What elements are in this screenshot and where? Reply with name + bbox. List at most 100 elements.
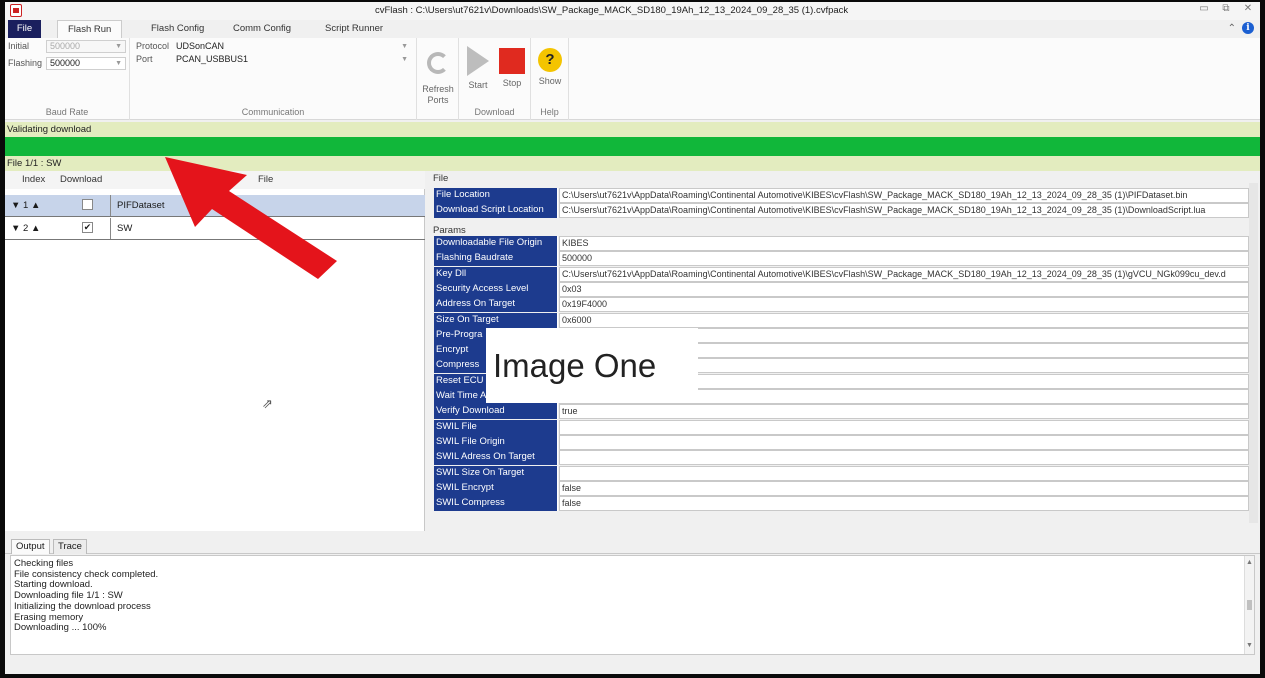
status-bar — [5, 657, 1260, 674]
ports-label: Ports — [427, 95, 449, 105]
params-section-title: Params — [433, 225, 466, 236]
flashing-label: Flashing — [8, 58, 43, 68]
property-value[interactable]: false — [559, 496, 1249, 512]
show-help-button[interactable]: ? Show — [535, 46, 565, 86]
download-group: Start Stop Download — [459, 38, 531, 120]
property-key: SWIL Encrypt — [434, 480, 558, 496]
download-checkbox[interactable]: ✔ — [82, 222, 93, 233]
window-title: cvFlash : C:\Users\ut7621v\Downloads\SW_… — [375, 5, 849, 16]
download-group-label: Download — [474, 107, 515, 117]
property-key: Verify Download — [434, 404, 558, 420]
output-scrollbar[interactable]: ▲ ▼ — [1244, 556, 1254, 654]
download-column-header[interactable]: Download — [60, 174, 102, 185]
property-value[interactable]: KIBES — [559, 236, 1249, 251]
file-section-title: File — [433, 173, 449, 184]
property-key: SWIL Compress — [434, 496, 558, 512]
minimize-icon[interactable]: ▭ — [1198, 3, 1210, 14]
arrow-icon — [165, 157, 337, 279]
property-value[interactable]: false — [559, 480, 1249, 496]
image-label-overlay: Image One — [486, 328, 698, 403]
log-line: Downloading file 1/1 : SW — [14, 590, 123, 602]
row-index[interactable]: ▼ 2 ▲ — [11, 223, 40, 234]
log-line: File consistency check completed. — [14, 568, 159, 580]
log-line: Initializing the download process — [14, 600, 151, 612]
property-value[interactable]: true — [559, 404, 1249, 420]
progress-fill — [5, 137, 1260, 156]
mouse-cursor-icon: ⇗ — [262, 396, 273, 411]
tab-trace[interactable]: Trace — [53, 539, 87, 554]
property-value[interactable] — [559, 450, 1249, 466]
refresh-icon — [427, 52, 449, 74]
tab-script-runner[interactable]: Script Runner — [315, 20, 393, 38]
communication-group-label: Communication — [241, 107, 305, 117]
chevron-down-icon: ▼ — [401, 43, 408, 50]
properties-scrollbar[interactable] — [1249, 183, 1258, 523]
property-key: Downloadable File Origin — [434, 236, 558, 251]
red-arrow-annotation — [165, 157, 337, 279]
close-icon[interactable]: ✕ — [1242, 3, 1254, 14]
chevron-down-icon: ▼ — [401, 56, 408, 63]
collapse-ribbon-icon[interactable]: ⌃ — [1228, 23, 1236, 34]
restore-icon[interactable]: ⧉ — [1220, 3, 1232, 14]
tab-file[interactable]: File — [8, 20, 41, 38]
start-label: Start — [468, 80, 488, 90]
download-checkbox[interactable] — [82, 199, 93, 210]
show-label: Show — [538, 76, 562, 86]
port-value: PCAN_USBBUS1 — [176, 54, 249, 64]
property-value[interactable]: 0x03 — [559, 281, 1249, 297]
property-key: SWIL File — [434, 419, 558, 435]
stop-icon — [499, 48, 525, 74]
row-index[interactable]: ▼ 1 ▲ — [11, 200, 40, 211]
scroll-thumb[interactable] — [1247, 600, 1252, 610]
property-value[interactable] — [559, 419, 1249, 435]
refresh-ports-button[interactable]: Refresh Ports — [417, 46, 459, 105]
property-value[interactable]: C:\Users\ut7621v\AppData\Roaming\Contine… — [559, 203, 1249, 219]
baud-rate-group-label: Baud Rate — [45, 107, 89, 117]
property-value[interactable]: 0x19F4000 — [559, 297, 1249, 313]
property-key: Security Access Level — [434, 281, 558, 297]
index-column-header[interactable]: Index — [22, 174, 45, 185]
tab-comm-config[interactable]: Comm Config — [223, 20, 301, 38]
baud-rate-group: Initial 500000 ▼ Flashing 500000 ▼ Baud … — [5, 38, 130, 120]
refresh-ports-group: Refresh Ports — [417, 38, 459, 120]
log-line: Downloading ... 100% — [14, 622, 107, 634]
status-message: Validating download — [5, 122, 1260, 137]
property-value[interactable] — [559, 434, 1249, 450]
property-key: SWIL Size On Target — [434, 465, 558, 481]
log-line: Checking files — [14, 558, 74, 569]
log-line: Starting download. — [14, 579, 93, 591]
property-value[interactable]: C:\Users\ut7621v\AppData\Roaming\Contine… — [559, 188, 1249, 203]
scroll-up-icon[interactable]: ▲ — [1246, 558, 1253, 569]
flashing-baud-select[interactable]: 500000 ▼ — [46, 57, 126, 70]
protocol-select[interactable]: UDSonCAN ▼ — [172, 40, 412, 53]
tab-flash-config[interactable]: Flash Config — [141, 20, 214, 38]
cvflash-window: cvFlash : C:\Users\ut7621v\Downloads\SW_… — [5, 2, 1260, 674]
property-value[interactable]: C:\Users\ut7621v\AppData\Roaming\Contine… — [559, 266, 1249, 282]
property-key: Download Script Location — [434, 203, 558, 219]
scroll-down-icon[interactable]: ▼ — [1246, 641, 1253, 652]
protocol-value: UDSonCAN — [176, 41, 225, 51]
initial-baud-select[interactable]: 500000 ▼ — [46, 40, 126, 53]
play-icon — [467, 46, 489, 76]
property-value[interactable]: 0x6000 — [559, 312, 1249, 328]
stop-button[interactable]: Stop — [495, 46, 529, 88]
property-key: Key Dll — [434, 266, 558, 282]
chevron-down-icon: ▼ — [115, 60, 122, 67]
property-value[interactable]: 500000 — [559, 251, 1249, 267]
info-icon[interactable]: i — [1242, 22, 1254, 34]
port-select[interactable]: PCAN_USBBUS1 ▼ — [172, 53, 412, 66]
chevron-down-icon: ▼ — [115, 43, 122, 50]
title-bar: cvFlash : C:\Users\ut7621v\Downloads\SW_… — [5, 2, 1260, 20]
tab-flash-run[interactable]: Flash Run — [57, 20, 123, 38]
start-button[interactable]: Start — [463, 46, 493, 90]
property-key: File Location — [434, 188, 558, 203]
flashing-baud-value: 500000 — [50, 58, 81, 68]
ribbon: Initial 500000 ▼ Flashing 500000 ▼ Baud … — [5, 38, 1260, 120]
property-value[interactable] — [559, 465, 1249, 481]
tab-output[interactable]: Output — [11, 539, 50, 554]
port-label: Port — [136, 54, 153, 64]
log-line: Erasing memory — [14, 611, 84, 623]
refresh-label: Refresh — [422, 84, 454, 94]
ribbon-help-area: ⌃ i — [1228, 22, 1254, 34]
initial-label: Initial — [8, 41, 30, 51]
